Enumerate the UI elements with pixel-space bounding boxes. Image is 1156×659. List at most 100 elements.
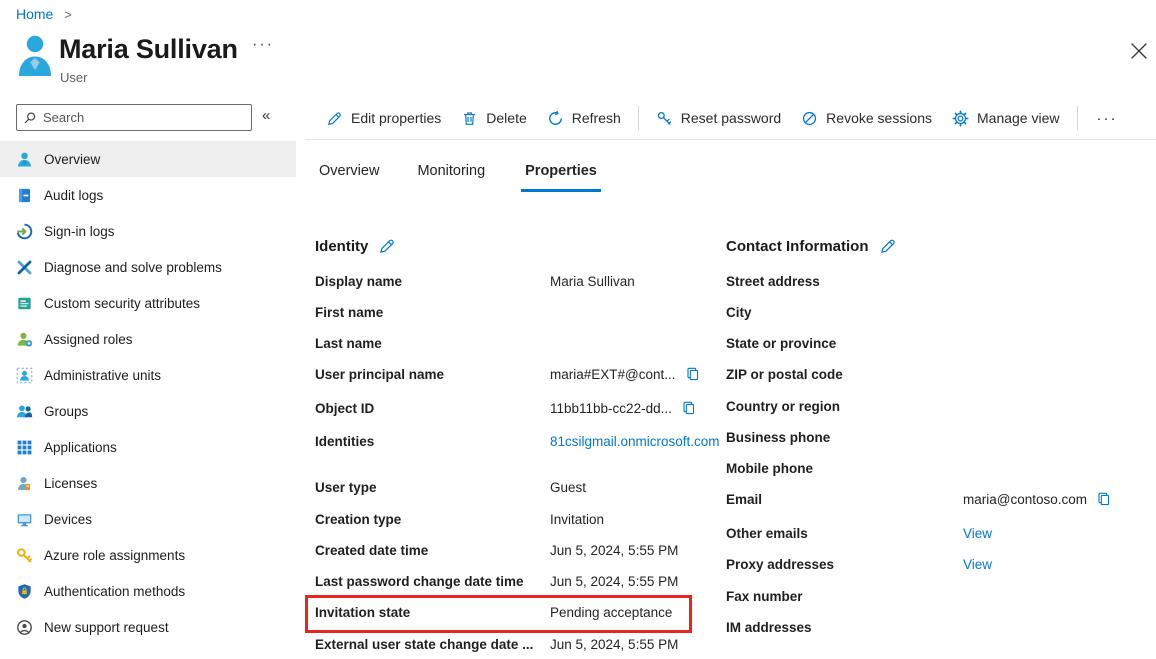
sidebar-item-label: Overview bbox=[44, 152, 100, 167]
breadcrumb-home-link[interactable]: Home bbox=[16, 6, 53, 22]
assigned-roles-icon bbox=[16, 331, 33, 348]
sidebar-item-authentication-methods[interactable]: Authentication methods bbox=[0, 573, 296, 609]
sidebar-item-azure-role-assignments[interactable]: Azure role assignments bbox=[0, 537, 296, 573]
toolbar: Edit propertiesDeleteRefresh Reset passwo… bbox=[316, 103, 1130, 133]
field-label: Mobile phone bbox=[726, 459, 963, 479]
field-label: Display name bbox=[315, 272, 550, 292]
field-value: 11bb11bb-cc22-dd... bbox=[550, 399, 672, 419]
title-more-icon[interactable]: ··· bbox=[252, 36, 274, 54]
sidebar-item-sign-in-logs[interactable]: Sign-in logs bbox=[0, 213, 296, 249]
field-label: Proxy addresses bbox=[726, 555, 963, 575]
copy-icon-wrap[interactable] bbox=[1096, 491, 1112, 513]
field-label: Street address bbox=[726, 272, 963, 292]
field-row-creation-type: Creation typeInvitation bbox=[315, 510, 727, 541]
identity-section: Identity Display nameMaria Sullivan First… bbox=[315, 236, 727, 655]
sidebar-item-groups[interactable]: Groups bbox=[0, 393, 296, 429]
toolbar-button-delete[interactable]: Delete bbox=[451, 110, 536, 127]
field-row-email: Emailmaria@contoso.com bbox=[726, 490, 1140, 524]
copy-icon bbox=[685, 366, 701, 382]
close-icon[interactable] bbox=[1126, 38, 1152, 64]
sidebar-item-new-support-request[interactable]: New support request bbox=[0, 609, 296, 645]
sidebar-item-assigned-roles[interactable]: Assigned roles bbox=[0, 321, 296, 357]
toolbar-divider bbox=[305, 139, 1156, 140]
field-value: maria@contoso.com bbox=[963, 490, 1087, 510]
copy-icon bbox=[1096, 491, 1112, 507]
field-value-link[interactable]: View bbox=[963, 555, 992, 575]
sidebar-item-label: Devices bbox=[44, 512, 92, 527]
toolbar-separator bbox=[1077, 106, 1078, 130]
collapse-sidebar-icon[interactable]: « bbox=[262, 107, 270, 124]
key-yellow-icon bbox=[16, 547, 33, 564]
custom-security-attributes-icon bbox=[16, 295, 33, 312]
toolbar-button-manage-view[interactable]: Manage view bbox=[942, 110, 1070, 127]
field-label: City bbox=[726, 303, 963, 323]
sidebar-item-label: Azure role assignments bbox=[44, 548, 185, 563]
tab-overview[interactable]: Overview bbox=[317, 159, 381, 192]
field-value: Maria Sullivan bbox=[550, 272, 635, 292]
sidebar-item-label: Audit logs bbox=[44, 188, 103, 203]
field-row-proxy-addresses: Proxy addressesView bbox=[726, 555, 1140, 587]
sidebar-item-diagnose-and-solve-problems[interactable]: Diagnose and solve problems bbox=[0, 249, 296, 285]
toolbar-button-label: Manage view bbox=[977, 110, 1060, 126]
toolbar-button-refresh[interactable]: Refresh bbox=[537, 110, 631, 127]
devices-icon bbox=[16, 511, 33, 528]
field-label: Object ID bbox=[315, 399, 550, 419]
toolbar-button-edit-properties[interactable]: Edit properties bbox=[316, 110, 451, 127]
copy-icon-wrap[interactable] bbox=[681, 400, 697, 422]
search-input[interactable] bbox=[43, 110, 245, 125]
administrative-units-icon bbox=[16, 367, 33, 384]
edit-contact-icon[interactable] bbox=[879, 237, 897, 255]
page-title: Maria Sullivan bbox=[59, 34, 238, 65]
field-value-link[interactable]: View bbox=[963, 524, 992, 544]
sidebar-item-licenses[interactable]: Licenses bbox=[0, 465, 296, 501]
field-value: Jun 5, 2024, 5:55 PM bbox=[550, 635, 678, 655]
field-label: Last password change date time bbox=[315, 572, 550, 592]
breadcrumb: Home > bbox=[16, 6, 72, 22]
sidebar-item-overview[interactable]: Overview bbox=[0, 141, 296, 177]
search-box[interactable] bbox=[16, 104, 252, 131]
field-row-mobile-phone: Mobile phone bbox=[726, 459, 1140, 490]
overview-icon bbox=[16, 151, 33, 168]
field-value: Jun 5, 2024, 5:55 PM bbox=[550, 572, 678, 592]
sidebar-item-applications[interactable]: Applications bbox=[0, 429, 296, 465]
field-label: Other emails bbox=[726, 524, 963, 544]
sidebar-item-label: Administrative units bbox=[44, 368, 161, 383]
field-label: Fax number bbox=[726, 587, 963, 607]
toolbar-more-icon[interactable]: ··· bbox=[1085, 110, 1130, 127]
sign-in-logs-icon bbox=[16, 223, 33, 240]
sidebar-nav: Overview Audit logs Sign-in logsDiagnose a… bbox=[0, 141, 296, 645]
field-value: maria#EXT#@cont... bbox=[550, 365, 676, 385]
field-label: User type bbox=[315, 478, 550, 498]
sidebar-item-label: Groups bbox=[44, 404, 88, 419]
field-row-first-name: First name bbox=[315, 303, 727, 334]
tab-properties[interactable]: Properties bbox=[521, 159, 601, 192]
toolbar-button-revoke-sessions[interactable]: Revoke sessions bbox=[791, 110, 942, 127]
field-row-im-addresses: IM addresses bbox=[726, 618, 1140, 638]
sidebar-item-label: Assigned roles bbox=[44, 332, 133, 347]
identity-section-title: Identity bbox=[315, 238, 368, 255]
field-row-other-emails: Other emailsView bbox=[726, 524, 1140, 555]
sidebar-item-audit-logs[interactable]: Audit logs bbox=[0, 177, 296, 213]
field-label: IM addresses bbox=[726, 618, 963, 638]
chevron-right-icon: > bbox=[64, 7, 72, 22]
field-row-external-user-state-change-date: External user state change date ...Jun 5… bbox=[315, 635, 727, 655]
field-value-link[interactable]: 81csilgmail.onmicrosoft.com bbox=[550, 432, 727, 452]
sidebar-item-custom-security-attributes[interactable]: Custom security attributes bbox=[0, 285, 296, 321]
diagnose-icon bbox=[16, 259, 33, 276]
copy-icon-wrap[interactable] bbox=[685, 366, 701, 388]
field-row-state-or-province: State or province bbox=[726, 334, 1140, 365]
groups-icon bbox=[16, 403, 33, 420]
toolbar-button-reset-password[interactable]: Reset password bbox=[646, 110, 791, 127]
shield-lock-icon bbox=[16, 583, 33, 600]
edit-identity-icon[interactable] bbox=[378, 237, 396, 255]
sidebar-item-devices[interactable]: Devices bbox=[0, 501, 296, 537]
block-icon bbox=[801, 110, 818, 127]
tab-monitoring[interactable]: Monitoring bbox=[415, 159, 487, 192]
sidebar-item-label: Authentication methods bbox=[44, 584, 185, 599]
field-value: Jun 5, 2024, 5:55 PM bbox=[550, 541, 678, 561]
field-label: User principal name bbox=[315, 365, 550, 385]
search-icon bbox=[23, 111, 37, 125]
field-label: Country or region bbox=[726, 397, 963, 417]
pencil-icon bbox=[326, 110, 343, 127]
sidebar-item-administrative-units[interactable]: Administrative units bbox=[0, 357, 296, 393]
